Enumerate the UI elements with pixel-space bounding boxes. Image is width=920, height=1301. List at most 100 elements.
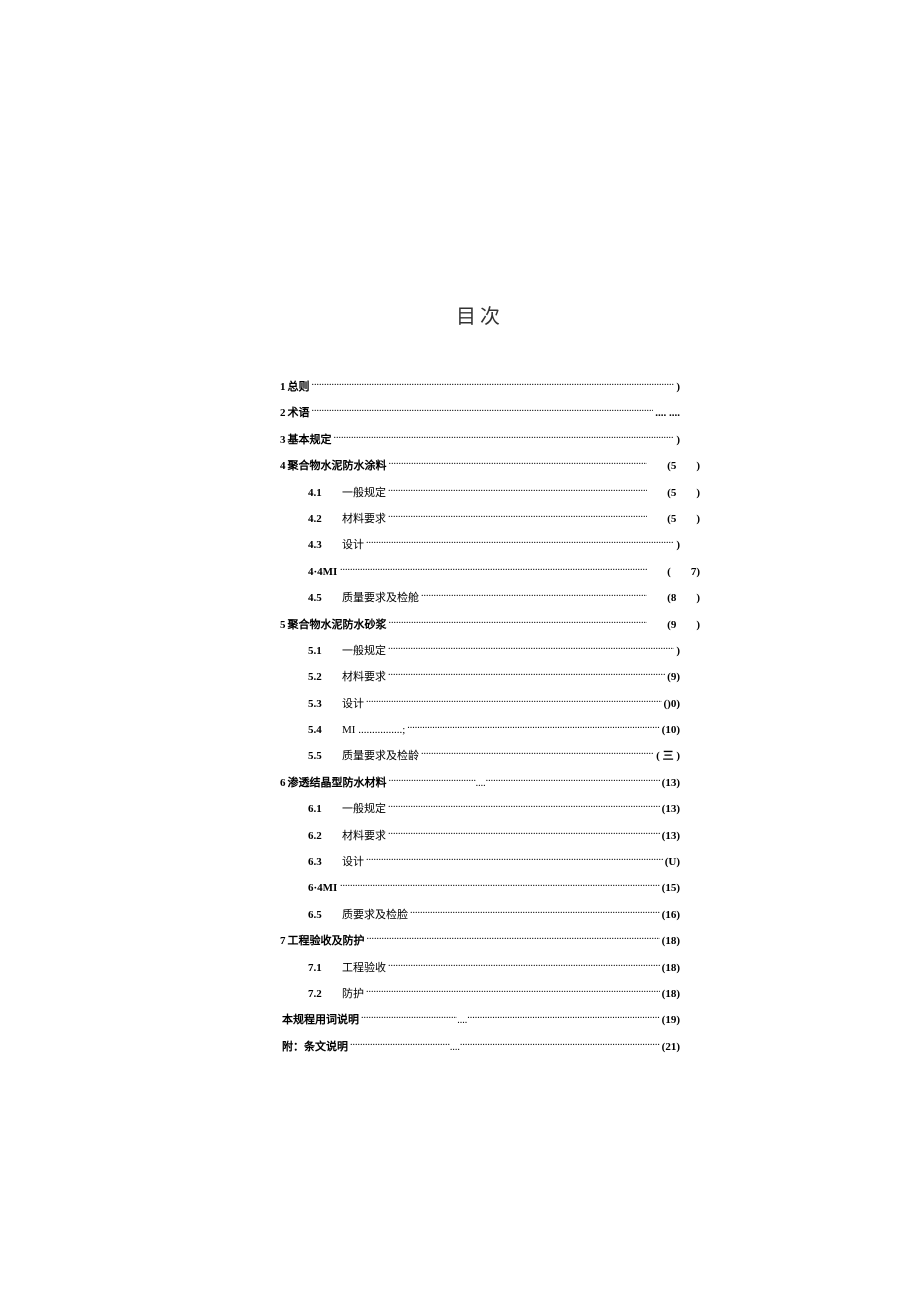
toc-label: 质量要求及检龄 (342, 749, 419, 764)
toc-page-extra: ) (676, 512, 700, 527)
toc-page: (9 (647, 618, 676, 633)
toc-leader (366, 986, 660, 997)
toc-row: 5.4MI ................; (10) (280, 722, 680, 738)
toc-number: 5.3 (308, 697, 340, 712)
toc-row: 2术语.... .... (280, 405, 680, 421)
toc-page: (15) (660, 881, 680, 896)
toc-number: 7.2 (308, 987, 340, 1002)
toc-number: 7.1 (308, 961, 340, 976)
toc-leader (366, 854, 663, 865)
toc-number: 5.5 (308, 749, 340, 764)
toc-page: (13) (660, 829, 680, 844)
toc-page: ) (674, 433, 680, 448)
toc-row: 7工程验收及防护 (18) (280, 933, 680, 949)
toc-number: 5.4 (308, 723, 340, 738)
toc-page: (16) (660, 908, 680, 923)
toc-leader (388, 643, 674, 654)
toc-title: 目次 (280, 300, 680, 329)
toc-leader (389, 775, 476, 786)
toc-number: 5.2 (308, 670, 340, 685)
toc-page: (5 (647, 486, 676, 501)
toc-page: (13) (660, 776, 680, 791)
toc-label: 设计 (342, 855, 364, 870)
toc-page: (5 (647, 459, 676, 474)
toc-page: (18) (660, 934, 680, 949)
toc-leader-gap: .... (457, 1014, 467, 1028)
toc-label: 工程验收及防护 (288, 934, 365, 949)
toc-row: 4.3设计) (280, 537, 680, 553)
toc-label: 聚合物水泥防水涂料 (288, 459, 387, 474)
toc-row: 5.5质量要求及检龄( 三 ) (280, 748, 680, 764)
toc-row: 5.1一般规定) (280, 643, 680, 659)
toc-row: 4·4MI (7) (280, 564, 700, 580)
toc-page: ) (674, 380, 680, 395)
toc-number: 2 (280, 406, 286, 421)
toc-page: (10) (660, 723, 680, 738)
toc-leader (388, 960, 660, 971)
toc-number: 4.5 (308, 591, 340, 606)
toc-row: 5.3设计()0) (280, 696, 680, 712)
toc-number: 6·4MI (308, 881, 340, 896)
toc-label: 附：条文说明 (282, 1040, 348, 1055)
toc-number: 4 (280, 459, 286, 474)
toc-leader (367, 933, 660, 944)
toc-leader (366, 537, 674, 548)
toc-leader (388, 485, 647, 496)
toc-page-extra: 7) (671, 565, 700, 580)
toc-page: (13) (660, 802, 680, 817)
toc-label: 工程验收 (342, 961, 386, 976)
toc-number: 3 (280, 433, 286, 448)
toc-leader (421, 590, 647, 601)
toc-label: 材料要求 (342, 670, 386, 685)
toc-number: 4.3 (308, 538, 340, 553)
toc-number: 6.2 (308, 829, 340, 844)
toc-page: ()0) (662, 697, 681, 712)
toc-leader (388, 511, 647, 522)
toc-label: 材料要求 (342, 829, 386, 844)
toc-page: (18) (660, 987, 680, 1002)
toc-row: 本规程用词说明 .... (19) (280, 1012, 680, 1028)
toc-label: 基本规定 (288, 433, 332, 448)
toc-leader (388, 669, 665, 680)
toc-label: 本规程用词说明 (282, 1013, 359, 1028)
toc-page: (21) (660, 1040, 680, 1055)
toc-row: 6.5质要求及检脸(16) (280, 907, 680, 923)
toc-number: 7 (280, 934, 286, 949)
toc-row: 6.1一般规定(13) (280, 801, 680, 817)
toc-leader (350, 1039, 450, 1050)
toc-label: 一般规定 (342, 644, 386, 659)
toc-label: 聚合物水泥防水砂浆 (288, 618, 387, 633)
toc-number: 5 (280, 618, 286, 633)
toc-page: ( (647, 565, 671, 580)
toc-row: 6渗透结晶型防水材料 .... (13) (280, 775, 680, 791)
toc-row: 4.2材料要求(5) (280, 511, 700, 527)
toc-list: 1总则)2术语.... ....3基本规定)4聚合物水泥防水涂料(5)4.1一般… (280, 379, 680, 1055)
toc-row: 4.5质量要求及检舱(8) (280, 590, 700, 606)
toc-leader (312, 379, 675, 390)
toc-row: 5聚合物水泥防水砂浆 (9) (280, 617, 700, 633)
toc-number: 6.1 (308, 802, 340, 817)
toc-page-extra: ) (676, 486, 700, 501)
toc-leader (407, 722, 659, 733)
toc-leader (334, 432, 675, 443)
toc-page-extra: ) (676, 618, 700, 633)
toc-page: ) (674, 538, 680, 553)
toc-label: 防护 (342, 987, 364, 1002)
toc-row: 4聚合物水泥防水涂料(5) (280, 458, 700, 474)
toc-leader (486, 775, 660, 786)
toc-page-extra: ) (676, 591, 700, 606)
toc-row: 6·4MI (15) (280, 880, 680, 896)
toc-label: 设计 (342, 538, 364, 553)
toc-page: .... .... (653, 406, 680, 421)
toc-leader (366, 696, 662, 707)
toc-row: 6.3设计(U) (280, 854, 680, 870)
toc-row: 1总则) (280, 379, 680, 395)
toc-row: 4.1一般规定(5) (280, 485, 700, 501)
toc-number: 4·4MI (308, 565, 340, 580)
toc-leader (340, 880, 660, 891)
toc-row: 3基本规定) (280, 432, 680, 448)
toc-label: 材料要求 (342, 512, 386, 527)
toc-label: MI ................; (342, 723, 405, 738)
toc-number: 6 (280, 776, 286, 791)
toc-label: 总则 (288, 380, 310, 395)
